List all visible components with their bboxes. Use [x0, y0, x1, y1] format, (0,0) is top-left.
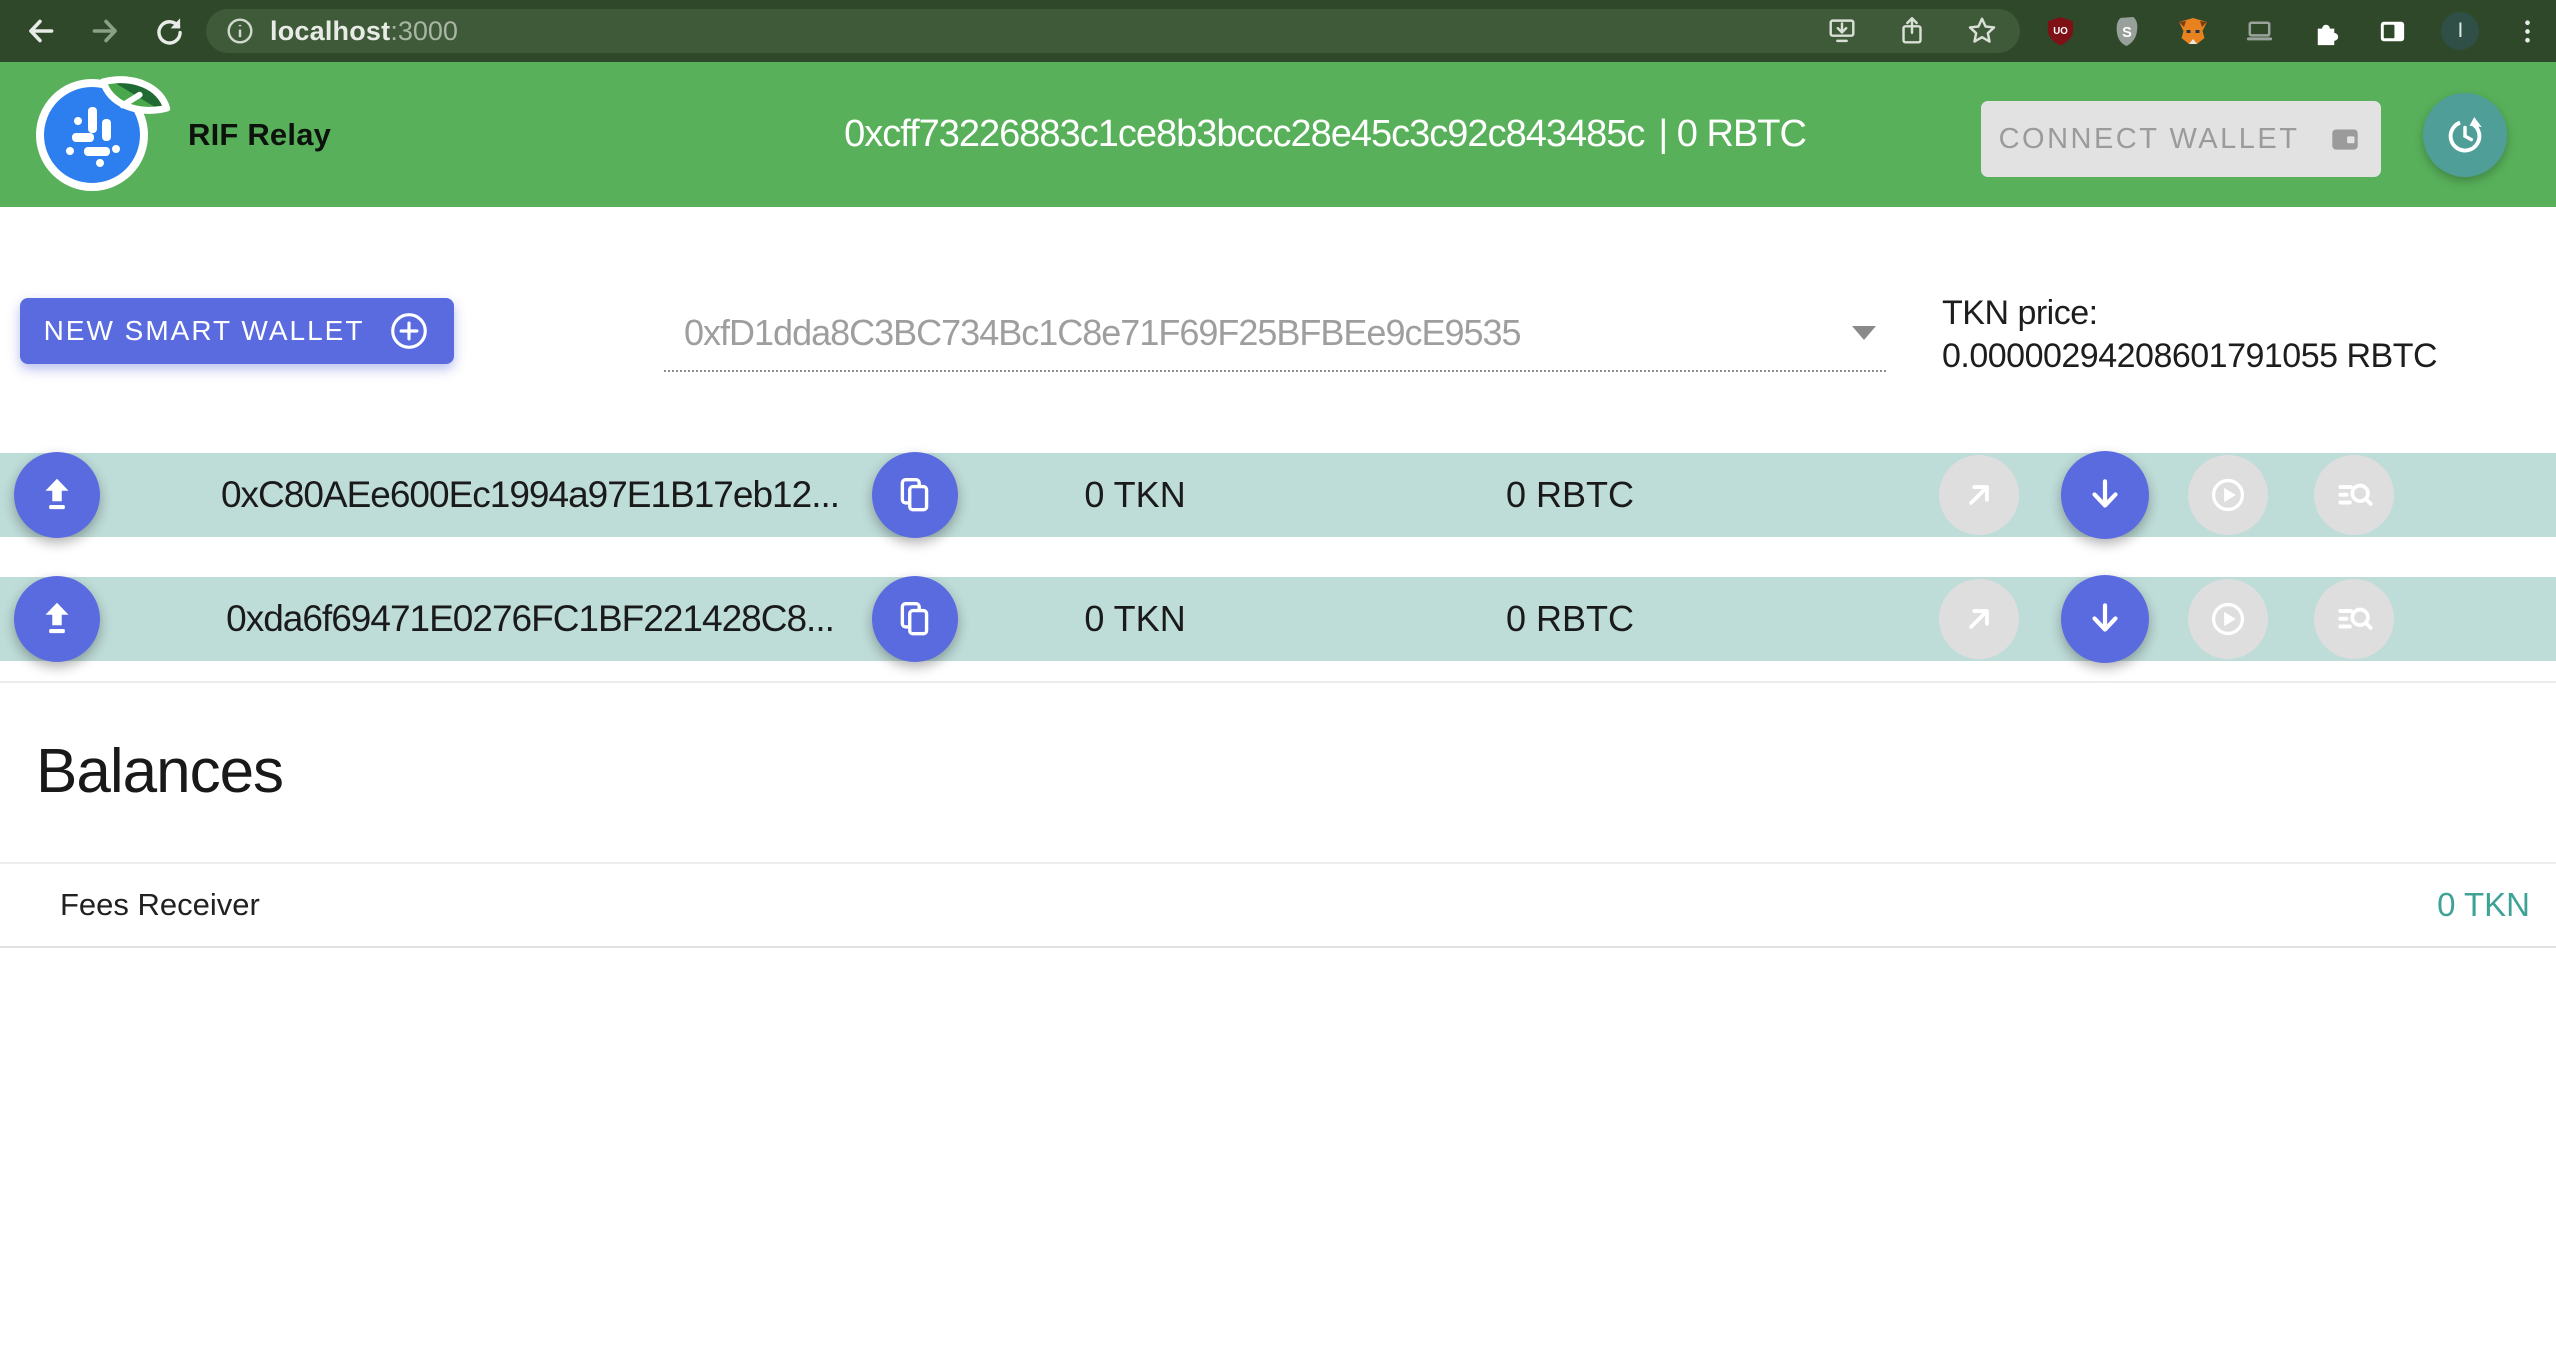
play-circle-icon [2208, 599, 2248, 639]
bookmark-star-button[interactable] [1964, 13, 2000, 49]
reload-icon [151, 13, 187, 49]
receive-button[interactable] [2061, 575, 2149, 663]
deploy-wallet-button[interactable] [14, 452, 100, 538]
three-dots-icon [2511, 15, 2544, 48]
connect-wallet-button[interactable]: CONNECT WALLET [1981, 101, 2381, 177]
url-host: localhost [270, 16, 390, 47]
app-title: RIF Relay [188, 117, 331, 153]
section-divider [0, 681, 2556, 683]
new-smart-wallet-label: NEW SMART WALLET [44, 315, 365, 347]
browser-toolbar: localhost:3000 [0, 0, 2556, 62]
star-icon [1966, 15, 1998, 47]
view-transactions-button[interactable] [2314, 579, 2394, 659]
selected-relay-address: 0xfD1dda8C3BC734Bc1C8e71F69F25BFBEe9cE95… [684, 312, 1852, 354]
arrow-down-icon [2084, 598, 2126, 640]
wallet-icon [2327, 121, 2363, 157]
execute-button[interactable] [2188, 455, 2268, 535]
s-badge-text: S [2122, 24, 2132, 40]
extensions-puzzle-button[interactable] [2308, 13, 2344, 49]
refresh-button[interactable] [2423, 93, 2507, 177]
rif-relay-logo-icon [36, 75, 156, 195]
wallet-rbtc-balance: 0 RBTC [1470, 453, 1670, 537]
copy-icon [895, 599, 935, 639]
wallet-rbtc-balance: 0 RBTC [1470, 577, 1670, 661]
copy-address-button[interactable] [872, 576, 958, 662]
app-header: RIF Relay 0xcff73226883c1ce8b3bccc28e45c… [0, 62, 2556, 207]
upload-icon [36, 474, 78, 516]
share-button[interactable] [1894, 13, 1930, 49]
fees-receiver-label: Fees Receiver [60, 887, 260, 923]
new-smart-wallet-button[interactable]: NEW SMART WALLET [20, 298, 454, 364]
browser-nav-buttons [0, 12, 188, 50]
account-balance: | 0 RBTC [1658, 113, 1806, 156]
extensions-row: UO S [2042, 0, 2546, 62]
tkn-price-label: TKN price: [1942, 292, 2542, 335]
balances-title: Balances [36, 736, 283, 807]
ublock-badge-text: UO [2053, 25, 2068, 36]
account-address: 0xcff73226883c1ce8b3bccc28e45c3c92c84348… [844, 113, 1644, 156]
wallet-tkn-balance: 0 TKN [1040, 453, 1230, 537]
arrow-outward-icon [1960, 600, 1998, 638]
view-transactions-button[interactable] [2314, 455, 2394, 535]
back-icon [23, 13, 59, 49]
arrow-down-icon [2084, 474, 2126, 516]
browser-window: localhost:3000 [0, 0, 2556, 1350]
list-search-icon [2334, 475, 2374, 515]
play-circle-icon [2208, 475, 2248, 515]
reload-button[interactable] [150, 12, 188, 50]
profile-avatar[interactable]: I [2441, 12, 2479, 50]
laptop-icon [2243, 15, 2276, 48]
connected-account: 0xcff73226883c1ce8b3bccc28e45c3c92c84348… [844, 62, 1806, 207]
s-extension-button[interactable]: S [2109, 13, 2145, 49]
metamask-fox-icon [2176, 14, 2210, 48]
laptop-extension-button[interactable] [2242, 13, 2278, 49]
install-app-button[interactable] [1824, 13, 1860, 49]
arrow-outward-icon [1960, 476, 1998, 514]
url-bar[interactable]: localhost:3000 [206, 9, 2020, 53]
connect-wallet-label: CONNECT WALLET [1999, 123, 2300, 156]
site-info-icon[interactable] [224, 15, 256, 47]
install-icon [1826, 15, 1858, 47]
share-icon [1896, 15, 1928, 47]
wallet-tkn-balance: 0 TKN [1040, 577, 1230, 661]
execute-button[interactable] [2188, 579, 2268, 659]
side-panel-icon [2376, 15, 2409, 48]
profile-initial: I [2457, 19, 2463, 43]
browser-menu-button[interactable] [2510, 13, 2546, 49]
back-button[interactable] [22, 12, 60, 50]
fees-receiver-row: Fees Receiver 0 TKN [0, 862, 2556, 948]
forward-icon [87, 13, 123, 49]
refresh-clock-icon [2442, 112, 2488, 158]
tkn-price-value: 0.00000294208601791055 RBTC [1942, 335, 2542, 378]
omnibox-actions [1824, 9, 2000, 53]
forward-button[interactable] [86, 12, 124, 50]
tkn-price: TKN price: 0.00000294208601791055 RBTC [1942, 292, 2542, 378]
ublock-extension-button[interactable]: UO [2042, 13, 2078, 49]
url-port: :3000 [390, 16, 458, 47]
metamask-extension-button[interactable] [2175, 13, 2211, 49]
copy-address-button[interactable] [872, 452, 958, 538]
side-panel-button[interactable] [2375, 13, 2411, 49]
smart-wallet-row: 0xda6f69471E0276FC1BF221428C8... 0 TKN 0… [0, 577, 2556, 661]
transfer-out-button[interactable] [1939, 579, 2019, 659]
relay-address-select[interactable]: 0xfD1dda8C3BC734Bc1C8e71F69F25BFBEe9cE95… [664, 296, 1886, 372]
smart-wallet-address: 0xda6f69471E0276FC1BF221428C8... [180, 577, 880, 661]
upload-icon [36, 598, 78, 640]
plus-circle-icon [388, 310, 430, 352]
list-search-icon [2334, 599, 2374, 639]
fees-receiver-value: 0 TKN [2437, 886, 2530, 924]
puzzle-icon [2310, 15, 2343, 48]
copy-icon [895, 475, 935, 515]
smart-wallet-address: 0xC80AEe600Ec1994a97E1B17eb12... [180, 453, 880, 537]
smart-wallet-row: 0xC80AEe600Ec1994a97E1B17eb12... 0 TKN 0… [0, 453, 2556, 537]
brand: RIF Relay [36, 62, 331, 207]
chevron-down-icon [1852, 326, 1876, 340]
transfer-out-button[interactable] [1939, 455, 2019, 535]
deploy-wallet-button[interactable] [14, 576, 100, 662]
receive-button[interactable] [2061, 451, 2149, 539]
